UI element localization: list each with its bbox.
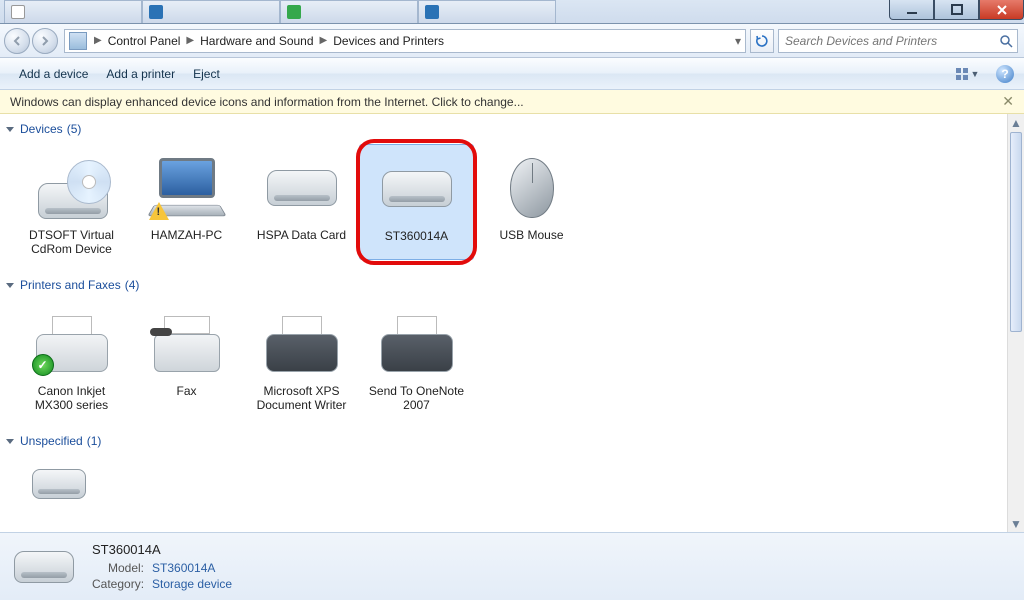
printer-item[interactable]: ✓ Canon Inkjet MX300 series	[14, 300, 129, 416]
printer-item[interactable]: Fax	[129, 300, 244, 416]
device-item[interactable]: HSPA Data Card	[244, 144, 359, 260]
breadcrumb-dropdown[interactable]: ▾	[731, 34, 745, 48]
device-label: USB Mouse	[478, 228, 585, 242]
details-category-value: Storage device	[152, 577, 232, 591]
search-input[interactable]	[779, 34, 995, 48]
browser-tab[interactable]	[280, 0, 418, 23]
device-label: HSPA Data Card	[248, 228, 355, 242]
printer-label: Send To OneNote 2007	[363, 384, 470, 412]
printer-icon	[381, 316, 453, 372]
minimize-button[interactable]	[889, 0, 934, 20]
default-check-icon: ✓	[32, 354, 54, 376]
printer-icon	[266, 316, 338, 372]
search-icon[interactable]	[995, 34, 1017, 48]
window-titlebar	[0, 0, 1024, 24]
refresh-button[interactable]	[750, 29, 774, 53]
tab-favicon	[149, 5, 163, 19]
device-item[interactable]: USB Mouse	[474, 144, 589, 260]
maximize-button[interactable]	[934, 0, 979, 20]
browser-tab[interactable]	[4, 0, 142, 23]
details-model-key: Model:	[92, 561, 144, 575]
view-mode-button[interactable]: ▼	[948, 63, 986, 85]
section-title: Devices	[20, 122, 63, 136]
browser-tabs	[4, 0, 556, 23]
search-box[interactable]	[778, 29, 1018, 53]
details-category-key: Category:	[92, 577, 144, 591]
printers-grid: ✓ Canon Inkjet MX300 series Fax Microsof…	[0, 294, 1024, 426]
close-button[interactable]	[979, 0, 1024, 20]
section-header-unspecified[interactable]: Unspecified (1)	[0, 426, 1024, 450]
forward-button[interactable]	[32, 28, 58, 54]
section-header-printers[interactable]: Printers and Faxes (4)	[0, 270, 1024, 294]
printer-label: Canon Inkjet MX300 series	[18, 384, 125, 412]
command-bar: Add a device Add a printer Eject ▼ ?	[0, 58, 1024, 90]
info-bar-text: Windows can display enhanced device icon…	[10, 95, 524, 109]
device-item-selected[interactable]: ST360014A	[359, 144, 474, 260]
scroll-up-icon[interactable]: ▲	[1008, 114, 1024, 131]
section-title: Printers and Faxes	[20, 278, 121, 292]
address-bar: ▶ Control Panel ▶ Hardware and Sound ▶ D…	[0, 24, 1024, 58]
printer-icon: ✓	[36, 316, 108, 372]
printer-label: Fax	[133, 384, 240, 398]
section-count: 1	[91, 434, 98, 448]
collapse-icon	[6, 127, 14, 132]
laptop-icon	[151, 158, 223, 218]
printer-item[interactable]: Microsoft XPS Document Writer	[244, 300, 359, 416]
details-title: ST360014A	[92, 542, 232, 557]
add-device-button[interactable]: Add a device	[10, 58, 97, 90]
eject-button[interactable]: Eject	[184, 58, 229, 90]
tab-favicon	[425, 5, 439, 19]
breadcrumb[interactable]: Devices and Printers	[330, 34, 447, 48]
info-bar[interactable]: Windows can display enhanced device icon…	[0, 90, 1024, 114]
add-printer-button[interactable]: Add a printer	[97, 58, 184, 90]
breadcrumb[interactable]: Hardware and Sound	[197, 34, 316, 48]
breadcrumb[interactable]: Control Panel	[105, 34, 184, 48]
details-pane: ST360014A Model: ST360014A Category: Sto…	[0, 532, 1024, 600]
fax-icon	[154, 316, 220, 372]
tab-favicon	[287, 5, 301, 19]
printer-item[interactable]: Send To OneNote 2007	[359, 300, 474, 416]
unspecified-grid	[0, 450, 1024, 522]
details-model-value: ST360014A	[152, 561, 232, 575]
section-count: 5	[71, 122, 78, 136]
drive-icon	[32, 469, 86, 499]
details-device-icon	[12, 543, 76, 591]
tab-favicon	[11, 5, 25, 19]
mouse-icon	[510, 158, 554, 218]
collapse-icon	[6, 283, 14, 288]
chevron-right-icon: ▶	[94, 35, 102, 46]
browser-tab[interactable]	[142, 0, 280, 23]
device-item[interactable]	[14, 456, 104, 512]
section-count: 4	[129, 278, 136, 292]
collapse-icon	[6, 439, 14, 444]
chevron-right-icon: ▶	[186, 35, 194, 46]
devices-grid: DTSOFT Virtual CdRom Device HAMZAH-PC HS…	[0, 138, 1024, 270]
device-item[interactable]: HAMZAH-PC	[129, 144, 244, 260]
vertical-scrollbar[interactable]: ▲ ▼	[1007, 114, 1024, 532]
drive-icon	[382, 171, 452, 207]
content-area: Devices (5) DTSOFT Virtual CdRom Device …	[0, 114, 1024, 532]
cd-icon	[67, 160, 111, 204]
window-buttons	[889, 0, 1024, 20]
chevron-right-icon: ▶	[320, 35, 328, 46]
breadcrumb-bar[interactable]: ▶ Control Panel ▶ Hardware and Sound ▶ D…	[64, 29, 746, 53]
scroll-thumb[interactable]	[1010, 132, 1022, 332]
device-label: HAMZAH-PC	[133, 228, 240, 242]
drive-icon	[267, 170, 337, 206]
device-label: ST360014A	[364, 229, 469, 243]
info-bar-close[interactable]: ✕	[1002, 93, 1014, 110]
section-title: Unspecified	[20, 434, 83, 448]
section-header-devices[interactable]: Devices (5)	[0, 114, 1024, 138]
help-button[interactable]: ?	[996, 65, 1014, 83]
device-label: DTSOFT Virtual CdRom Device	[18, 228, 125, 256]
scroll-down-icon[interactable]: ▼	[1008, 515, 1024, 532]
back-button[interactable]	[4, 28, 30, 54]
device-item[interactable]: DTSOFT Virtual CdRom Device	[14, 144, 129, 260]
printer-label: Microsoft XPS Document Writer	[248, 384, 355, 412]
browser-tab[interactable]	[418, 0, 556, 23]
warning-icon	[149, 202, 169, 220]
control-panel-icon	[69, 32, 87, 50]
